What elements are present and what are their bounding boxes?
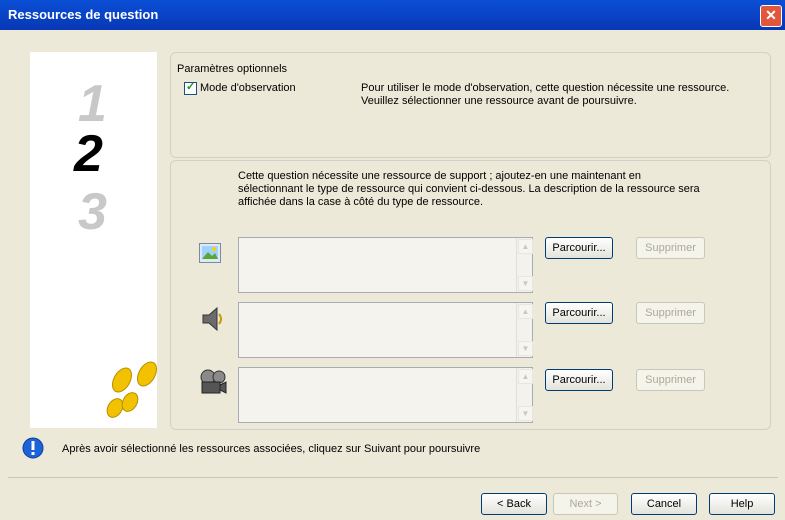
step-two: 2 <box>74 125 103 183</box>
video-description-box[interactable]: ▲ ▼ <box>238 367 533 423</box>
resources-instructions: Cette question nécessite une ressource d… <box>238 170 700 208</box>
delete-sound-button[interactable]: Supprimer <box>636 302 705 324</box>
image-description-box[interactable]: ▲ ▼ <box>238 237 533 293</box>
image-icon <box>199 243 221 263</box>
observation-mode-help: Pour utiliser le mode d'observation, cet… <box>361 82 730 107</box>
step-panel: 1 2 3 <box>30 52 157 428</box>
window-title: Ressources de question <box>8 7 159 22</box>
film-reel-icon <box>200 369 227 394</box>
browse-image-button[interactable]: Parcourir... <box>545 237 613 259</box>
scrollbar[interactable]: ▲ ▼ <box>516 303 533 357</box>
info-icon <box>22 437 44 459</box>
step-three: 3 <box>78 183 107 241</box>
observation-mode-checkbox[interactable] <box>184 80 197 95</box>
scroll-up-icon[interactable]: ▲ <box>518 304 533 319</box>
close-icon: ✕ <box>765 7 777 23</box>
close-button[interactable]: ✕ <box>760 5 782 27</box>
delete-video-button[interactable]: Supprimer <box>636 369 705 391</box>
divider <box>8 477 778 478</box>
status-text: Après avoir sélectionné les ressources a… <box>62 443 481 455</box>
cancel-button[interactable]: Cancel <box>631 493 697 515</box>
scroll-down-icon[interactable]: ▼ <box>518 406 533 421</box>
scroll-up-icon[interactable]: ▲ <box>518 369 533 384</box>
footsteps-icon <box>106 361 157 418</box>
next-button[interactable]: Next > <box>553 493 618 515</box>
scroll-down-icon[interactable]: ▼ <box>518 276 533 291</box>
delete-image-button[interactable]: Supprimer <box>636 237 705 259</box>
scroll-down-icon[interactable]: ▼ <box>518 341 533 356</box>
speaker-icon <box>202 306 222 332</box>
browse-video-button[interactable]: Parcourir... <box>545 369 613 391</box>
help-button[interactable]: Help <box>709 493 775 515</box>
scrollbar[interactable]: ▲ ▼ <box>516 238 533 292</box>
title-bar: Ressources de question ✕ <box>0 0 785 30</box>
browse-sound-button[interactable]: Parcourir... <box>545 302 613 324</box>
optional-settings-legend: Paramètres optionnels <box>177 63 288 75</box>
scrollbar[interactable]: ▲ ▼ <box>516 368 533 422</box>
scroll-up-icon[interactable]: ▲ <box>518 239 533 254</box>
observation-mode-label[interactable]: Mode d'observation <box>200 82 296 94</box>
sound-description-box[interactable]: ▲ ▼ <box>238 302 533 358</box>
back-button[interactable]: < Back <box>481 493 547 515</box>
